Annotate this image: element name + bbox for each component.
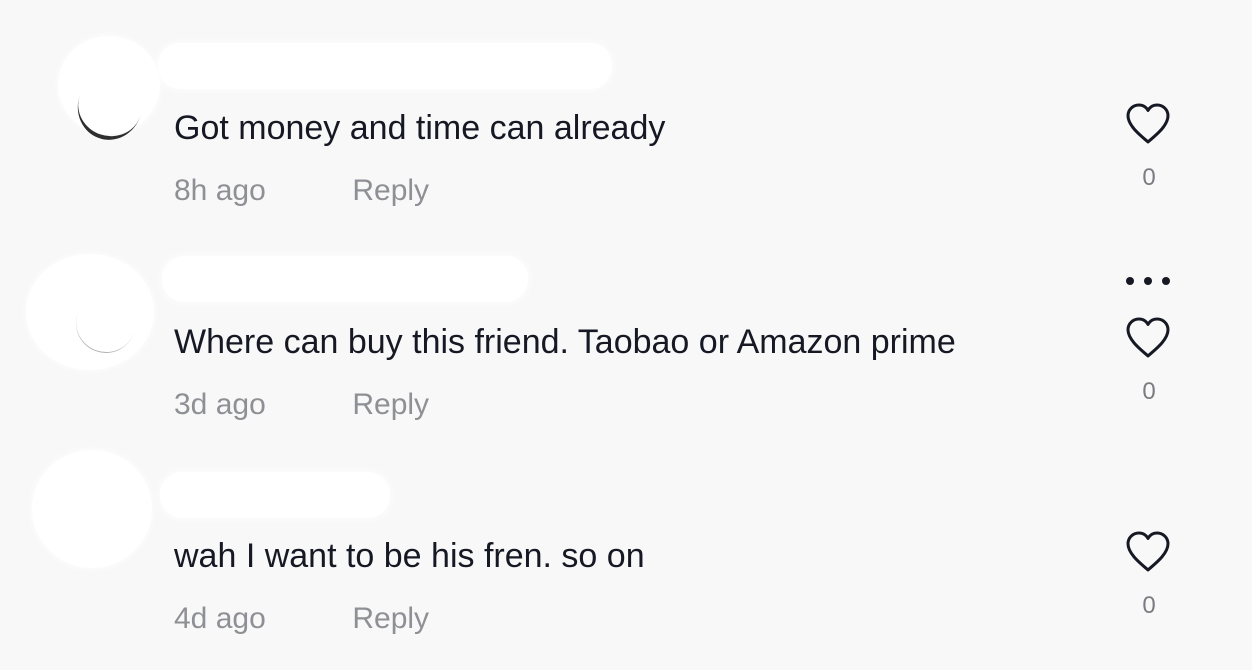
username-redacted[interactable] [158,43,612,89]
comment-item: Where can buy this friend. Taobao or Ama… [0,214,1252,428]
reply-button[interactable]: Reply [352,601,429,637]
comment-time: 3d ago [174,388,266,421]
comment-text: Where can buy this friend. Taobao or Ama… [174,323,956,361]
heart-icon[interactable] [1124,530,1172,574]
username-redacted[interactable] [162,256,528,302]
comment-text: Got money and time can already [174,109,666,147]
avatar-redacted[interactable] [32,450,152,568]
comment-meta: 3d ago Reply [174,387,429,423]
like-control: 0 [1124,530,1174,626]
comment-meta: 4d ago Reply [174,601,429,637]
comment-meta: 8h ago Reply [174,173,429,209]
comments-screen: { "comments": [ { "text": "Got money and… [0,0,1252,670]
comment-list: Got money and time can already 8h ago Re… [0,0,1252,670]
comment-item: Got money and time can already 8h ago Re… [0,0,1252,214]
comment-text: wah I want to be his fren. so on [174,537,645,575]
comment-time: 4d ago [174,602,266,635]
like-control: 0 [1124,316,1174,412]
comment-item: wah I want to be his fren. so on 4d ago … [0,428,1252,642]
like-count: 0 [1142,592,1156,619]
like-count: 0 [1142,164,1156,191]
heart-icon[interactable] [1124,316,1172,360]
reply-button[interactable]: Reply [352,387,429,423]
heart-icon[interactable] [1124,102,1172,146]
like-count: 0 [1142,378,1156,405]
username-redacted[interactable] [160,472,390,518]
reply-button[interactable]: Reply [352,173,429,209]
like-control: 0 [1124,102,1174,198]
comment-time: 8h ago [174,174,266,207]
